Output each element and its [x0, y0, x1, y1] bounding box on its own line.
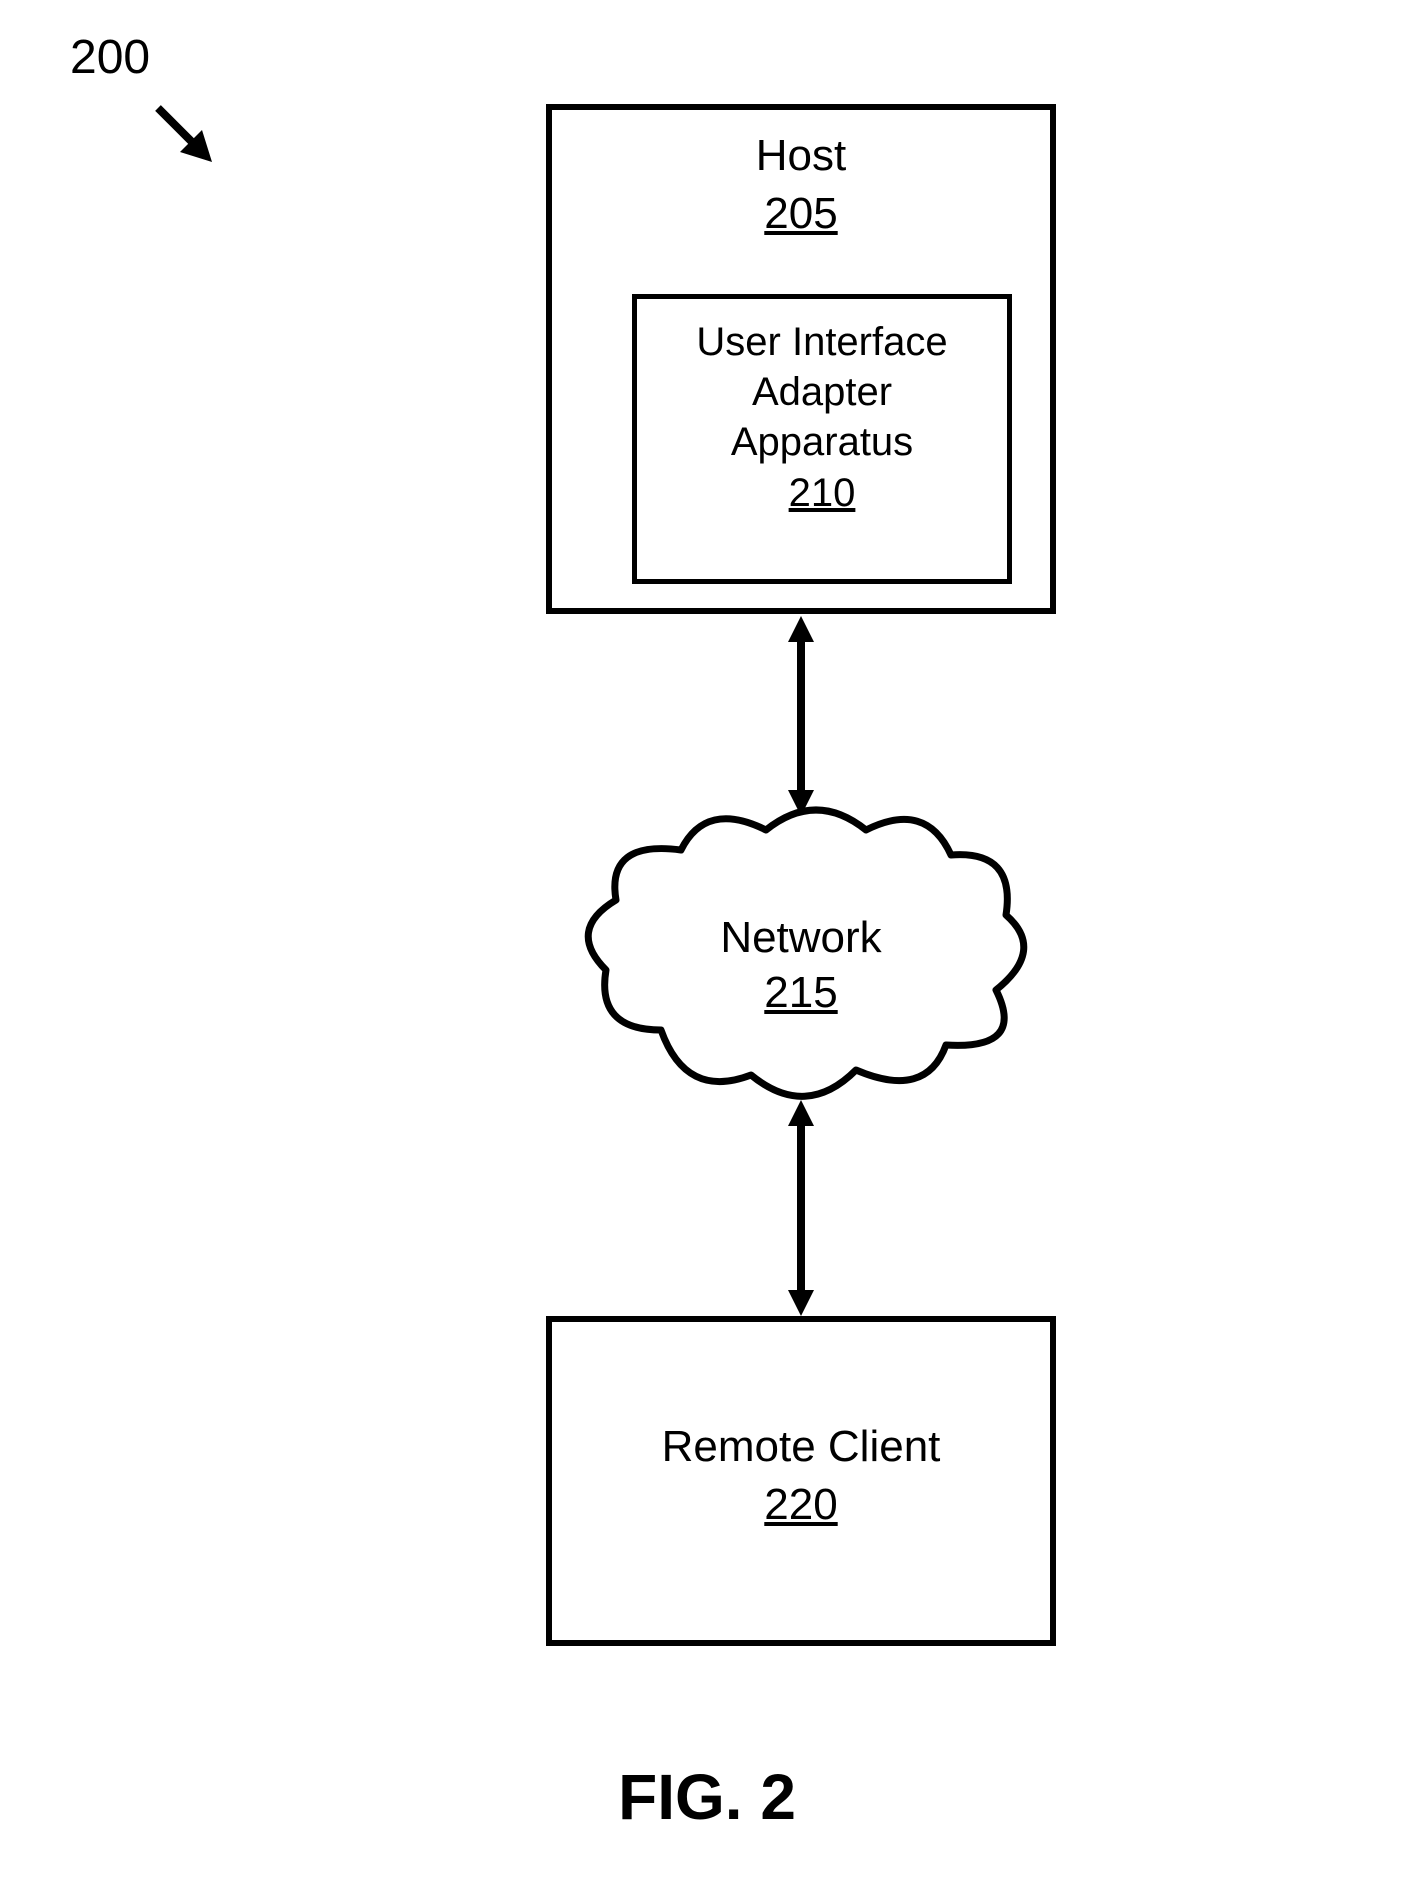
remote-client-label: Remote Client [552, 1422, 1050, 1472]
cloud-icon [566, 800, 1036, 1130]
diagram-canvas: 200 Host 205 User Interface Adapter Appa… [0, 0, 1414, 1892]
ui-adapter-label: User Interface Adapter Apparatus [637, 317, 1007, 467]
host-ref-number: 205 [552, 189, 1050, 239]
host-label: Host [552, 130, 1050, 183]
ui-adapter-ref-number: 210 [637, 471, 1007, 516]
network-ref-number: 215 [566, 968, 1036, 1018]
remote-client-ref-number: 220 [552, 1480, 1050, 1530]
host-box: Host 205 User Interface Adapter Apparatu… [546, 104, 1056, 614]
network-cloud: Network 215 [566, 800, 1036, 1130]
ui-adapter-label-l2: Adapter [752, 370, 892, 414]
figure-caption: FIG. 2 [0, 1760, 1414, 1834]
reference-arrow-icon [150, 100, 230, 180]
network-client-arrow-icon [786, 1100, 816, 1316]
figure-reference-number: 200 [70, 30, 150, 85]
ui-adapter-box: User Interface Adapter Apparatus 210 [632, 294, 1012, 584]
ui-adapter-label-l1: User Interface [696, 320, 947, 364]
ui-adapter-label-l3: Apparatus [731, 420, 913, 464]
network-label: Network [566, 910, 1036, 965]
host-network-arrow-icon [786, 616, 816, 816]
remote-client-box: Remote Client 220 [546, 1316, 1056, 1646]
